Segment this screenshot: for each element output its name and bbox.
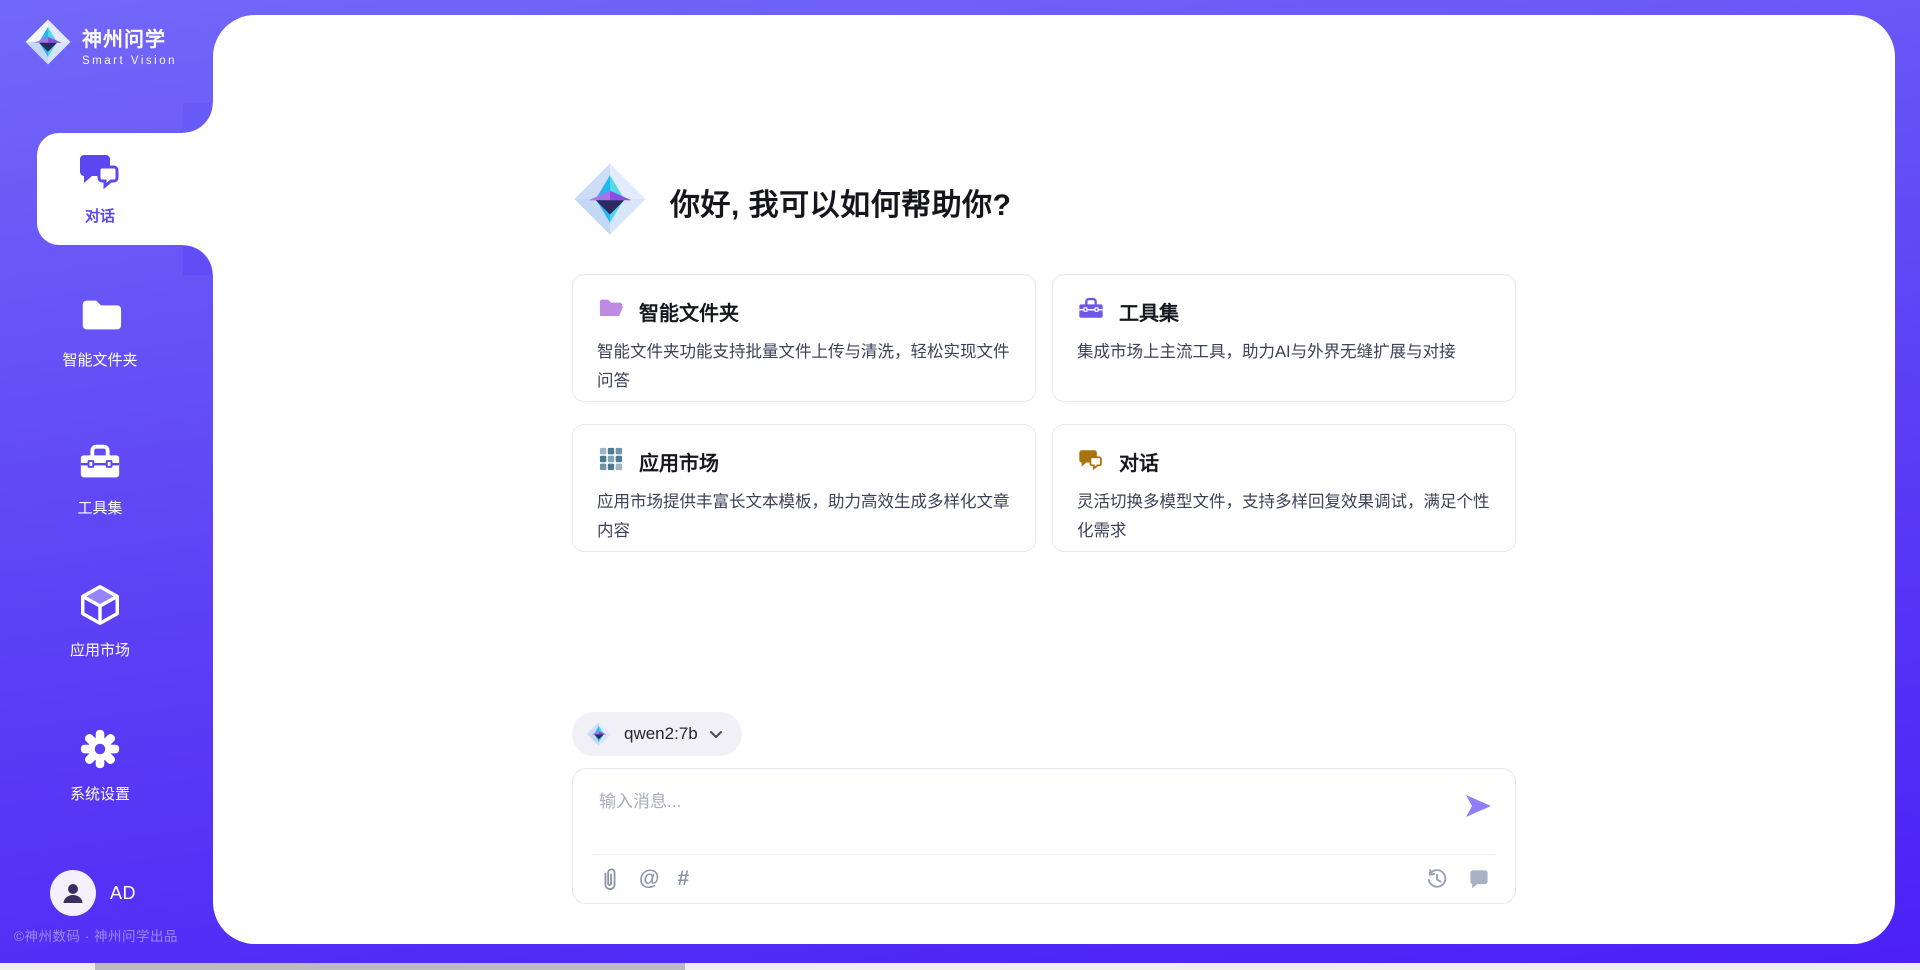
sidebar-item-label: 对话 bbox=[0, 205, 200, 226]
chat-icon bbox=[76, 146, 124, 199]
card-title: 应用市场 bbox=[639, 447, 719, 476]
sidebar-item-smart-folder[interactable]: 智能文件夹 bbox=[0, 292, 200, 370]
avatar bbox=[50, 870, 96, 916]
card-desc: 集成市场上主流工具，助力AI与外界无缝扩展与对接 bbox=[1077, 338, 1491, 367]
sidebar-item-label: 应用市场 bbox=[0, 639, 200, 660]
sidebar-item-app-market[interactable]: 应用市场 bbox=[0, 582, 200, 660]
cube-icon bbox=[77, 582, 123, 633]
tab-fillet-top bbox=[183, 103, 213, 133]
topic-button[interactable]: # bbox=[677, 867, 689, 891]
hash-icon: # bbox=[677, 867, 689, 891]
toolbox-icon bbox=[77, 440, 123, 491]
card-title: 工具集 bbox=[1119, 297, 1179, 326]
brand-diamond-icon bbox=[24, 18, 72, 71]
model-name: qwen2:7b bbox=[624, 724, 698, 744]
card-title: 智能文件夹 bbox=[639, 297, 739, 326]
toolbox-icon bbox=[1077, 295, 1105, 328]
card-toolset[interactable]: 工具集 集成市场上主流工具，助力AI与外界无缝扩展与对接 bbox=[1052, 274, 1516, 402]
send-button[interactable] bbox=[1463, 791, 1493, 826]
user-chip[interactable]: AD bbox=[50, 870, 136, 916]
sidebar-item-label: 系统设置 bbox=[0, 783, 200, 804]
app-subtitle: Smart Vision bbox=[82, 55, 177, 67]
sidebar-item-toolset[interactable]: 工具集 bbox=[0, 440, 200, 518]
folder-icon bbox=[77, 292, 123, 343]
card-smart-folder[interactable]: 智能文件夹 智能文件夹功能支持批量文件上传与清洗，轻松实现文件问答 bbox=[572, 274, 1036, 402]
history-icon bbox=[1425, 867, 1449, 891]
greeting-diamond-icon bbox=[572, 161, 648, 242]
app-logo: 神州问学 Smart Vision bbox=[24, 18, 177, 71]
grid-icon bbox=[597, 445, 625, 478]
paperclip-icon bbox=[599, 867, 621, 891]
message-input[interactable] bbox=[599, 787, 1439, 845]
sidebar-item-chat[interactable]: 对话 bbox=[0, 146, 200, 226]
card-title: 对话 bbox=[1119, 447, 1159, 476]
new-chat-button[interactable] bbox=[1467, 867, 1491, 891]
card-desc: 智能文件夹功能支持批量文件上传与清洗，轻松实现文件问答 bbox=[597, 338, 1011, 396]
greeting-row: 你好, 我可以如何帮助你? bbox=[572, 161, 1516, 242]
chevron-down-icon bbox=[708, 726, 724, 742]
horizontal-scrollbar-thumb[interactable] bbox=[95, 963, 685, 970]
horizontal-scrollbar bbox=[0, 963, 1920, 970]
greeting-title: 你好, 我可以如何帮助你? bbox=[670, 180, 1012, 224]
history-button[interactable] bbox=[1425, 867, 1449, 891]
sidebar-item-label: 智能文件夹 bbox=[0, 349, 200, 370]
sidebar-item-label: 工具集 bbox=[0, 497, 200, 518]
sidebar-footer-credit: ©神州数码 · 神州问学出品 bbox=[14, 925, 214, 945]
attach-file-button[interactable] bbox=[599, 867, 621, 891]
model-diamond-icon bbox=[586, 721, 612, 747]
card-app-market[interactable]: 应用市场 应用市场提供丰富长文本模板，助力高效生成多样化文章内容 bbox=[572, 424, 1036, 552]
content-layer: 你好, 我可以如何帮助你? 智能文件夹 智能文件夹功能支持批量文件上传与清洗，轻… bbox=[213, 15, 1895, 944]
sidebar-item-settings[interactable]: 系统设置 bbox=[0, 726, 200, 804]
at-icon: @ bbox=[639, 867, 659, 891]
card-desc: 灵活切换多模型文件，支持多样回复效果调试，满足个性化需求 bbox=[1077, 488, 1491, 546]
chat-bubble-icon bbox=[1467, 867, 1491, 891]
model-selector[interactable]: qwen2:7b bbox=[572, 712, 742, 756]
composer-divider bbox=[593, 854, 1495, 855]
tab-fillet-bottom bbox=[183, 245, 213, 275]
message-composer: @ # bbox=[572, 768, 1516, 904]
card-desc: 应用市场提供丰富长文本模板，助力高效生成多样化文章内容 bbox=[597, 488, 1011, 546]
folder-open-icon bbox=[597, 295, 625, 328]
chat-icon bbox=[1077, 445, 1105, 478]
mention-button[interactable]: @ bbox=[639, 867, 659, 891]
app-title: 神州问学 bbox=[82, 23, 177, 52]
feature-cards: 智能文件夹 智能文件夹功能支持批量文件上传与清洗，轻松实现文件问答 bbox=[572, 274, 1516, 552]
gear-icon bbox=[77, 726, 123, 777]
sidebar: 神州问学 Smart Vision 对话 智能文件夹 bbox=[0, 0, 213, 970]
user-initials: AD bbox=[110, 883, 136, 904]
card-chat[interactable]: 对话 灵活切换多模型文件，支持多样回复效果调试，满足个性化需求 bbox=[1052, 424, 1516, 552]
